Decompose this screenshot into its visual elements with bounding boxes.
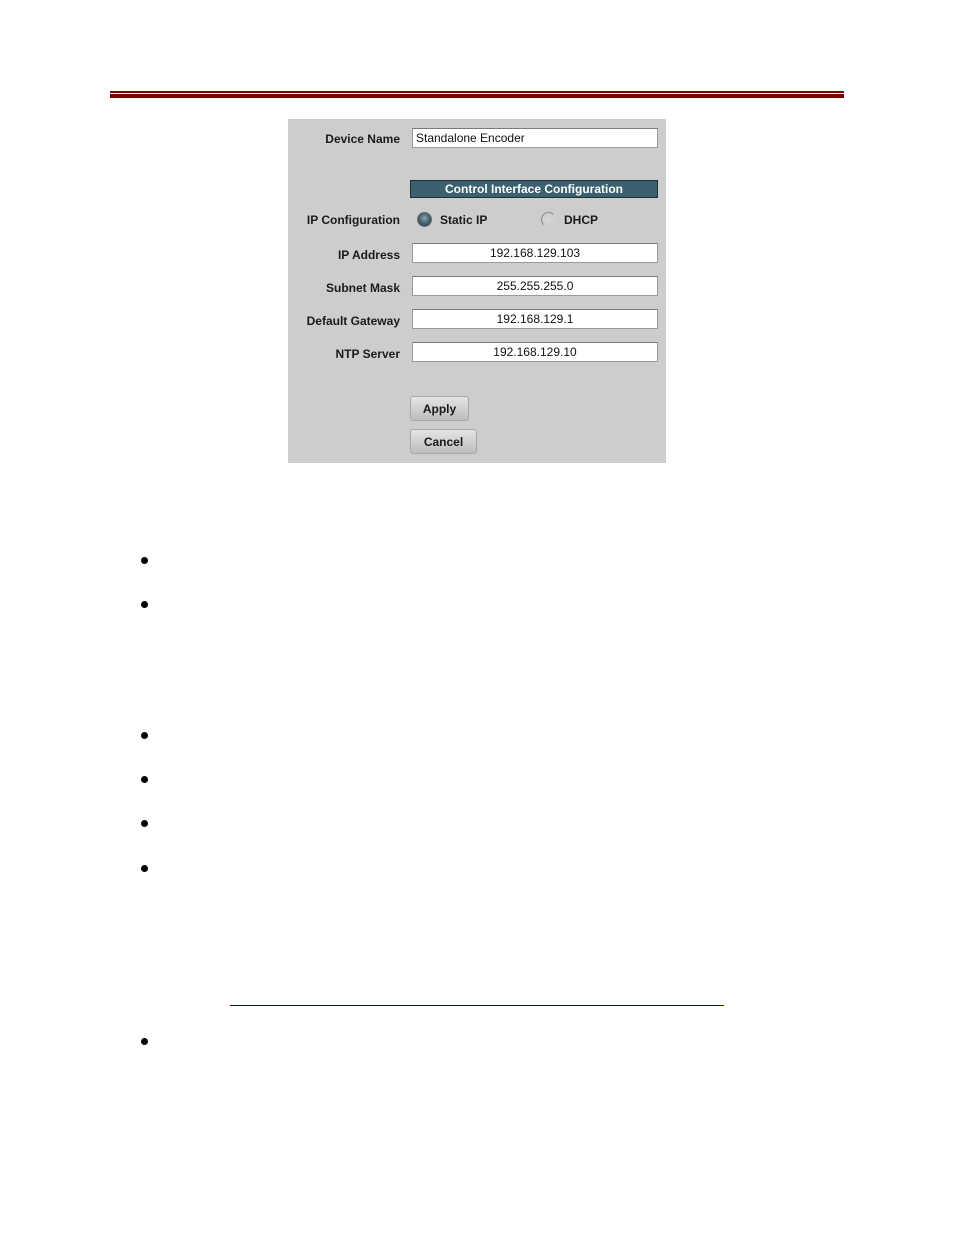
apply-button[interactable]: Apply: [410, 396, 469, 421]
ip-configuration-label: IP Configuration: [306, 213, 400, 227]
cancel-button[interactable]: Cancel: [410, 429, 477, 454]
network-settings-panel: Device Name Control Interface Configurat…: [288, 119, 666, 463]
dhcp-radio[interactable]: [541, 212, 556, 227]
ntp-server-label: NTP Server: [335, 347, 400, 361]
bullet-marker: [141, 820, 148, 827]
ip-address-label: IP Address: [337, 248, 400, 262]
bullet-marker: [141, 732, 148, 739]
static-ip-radio[interactable]: [417, 212, 432, 227]
default-gateway-input[interactable]: [412, 309, 658, 329]
device-name-label: Device Name: [325, 132, 400, 146]
static-ip-label[interactable]: Static IP: [440, 213, 487, 227]
device-name-input[interactable]: [412, 128, 658, 148]
bullet-marker: [141, 776, 148, 783]
header-rule-thick: [110, 94, 844, 98]
ntp-server-input[interactable]: [412, 342, 658, 362]
bullet-marker: [141, 601, 148, 608]
dhcp-label[interactable]: DHCP: [564, 213, 598, 227]
subnet-mask-input[interactable]: [412, 276, 658, 296]
section-header-control-interface: Control Interface Configuration: [410, 180, 658, 198]
bullet-marker: [141, 865, 148, 872]
default-gateway-label: Default Gateway: [306, 314, 400, 328]
bullet-marker: [141, 557, 148, 564]
ip-address-input[interactable]: [412, 243, 658, 263]
header-rule-thin: [110, 91, 844, 93]
hyperlink-underline[interactable]: [230, 1005, 724, 1006]
subnet-mask-label: Subnet Mask: [325, 281, 400, 295]
bullet-marker: [141, 1038, 148, 1045]
